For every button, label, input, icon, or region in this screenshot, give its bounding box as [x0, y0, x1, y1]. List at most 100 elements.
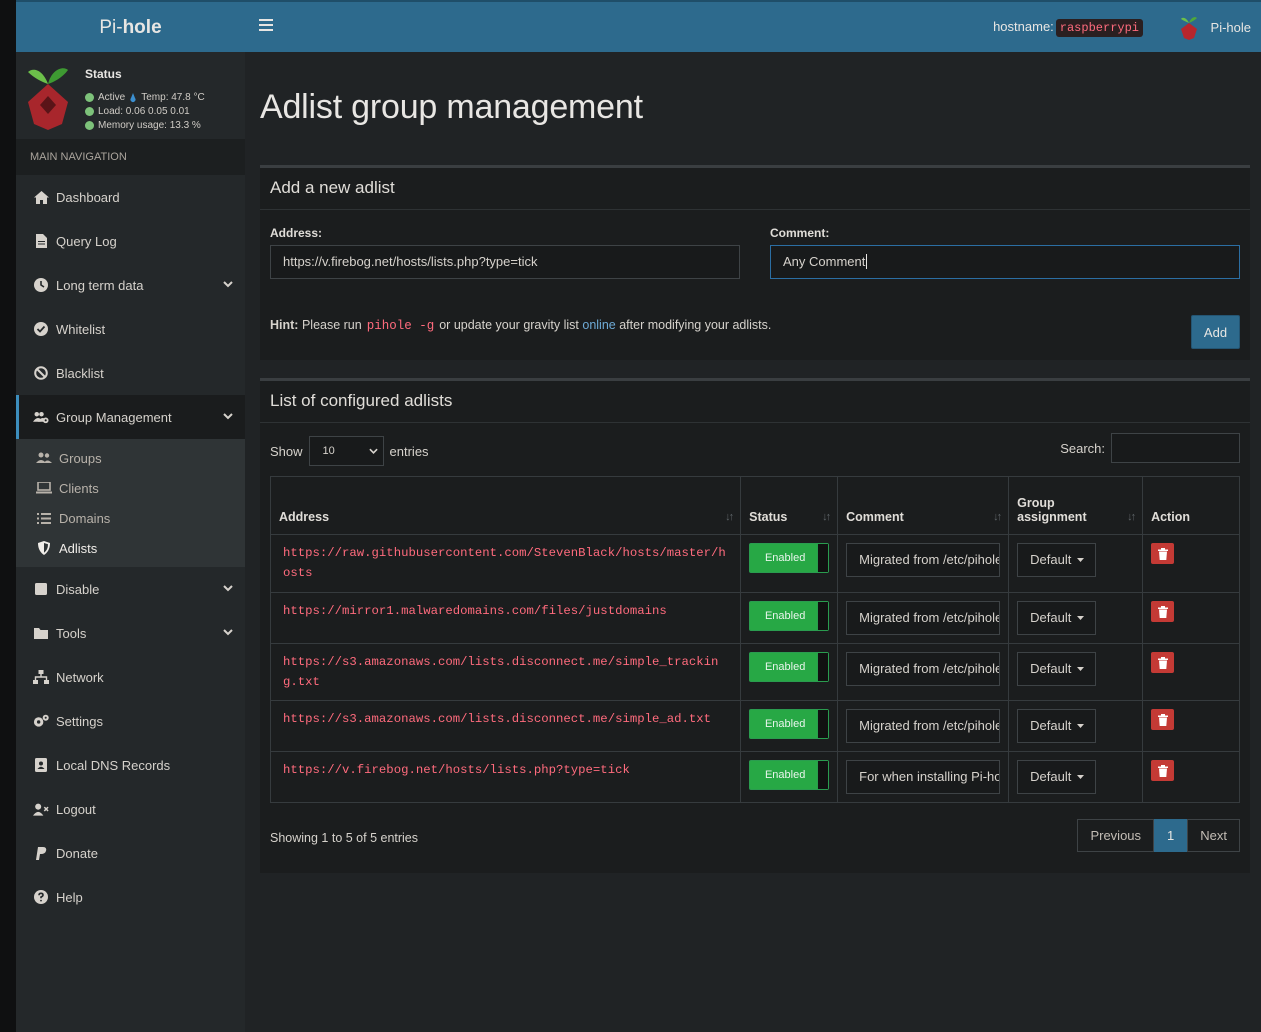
hostname-value: raspberrypi [1055, 19, 1143, 37]
address-input[interactable]: https://v.firebog.net/hosts/lists.php?ty… [270, 245, 740, 279]
nav-item-local-dns-records[interactable]: Local DNS Records [16, 743, 245, 787]
address-label: Address: [270, 226, 323, 240]
group-select[interactable]: Default [1017, 709, 1097, 743]
nav-item-whitelist[interactable]: Whitelist [16, 307, 245, 351]
app-logo[interactable]: Pi-hole [16, 2, 245, 54]
nav-item-settings[interactable]: Settings [16, 699, 245, 743]
delete-button[interactable] [1151, 601, 1175, 622]
row-group-cell: Default [1008, 534, 1144, 593]
window-edge [0, 0, 16, 1032]
search-input[interactable] [1111, 433, 1240, 463]
delete-button[interactable] [1151, 652, 1175, 673]
subnav-item-clients[interactable]: Clients [16, 473, 245, 503]
nav-item-group-management[interactable]: Group Management [16, 395, 245, 439]
hint-text: Hint: Please run pihole -g or update your … [270, 318, 772, 333]
paypal-icon [33, 846, 49, 860]
nav-item-help[interactable]: Help [16, 875, 245, 919]
menu-toggle-icon[interactable] [259, 19, 273, 33]
status-dot-icon [85, 107, 94, 116]
nav-header: MAIN NAVIGATION [16, 139, 245, 175]
comment-field[interactable]: For when installing Pi-hole [846, 760, 1001, 794]
row-comment-cell: Migrated from /etc/pihole/adlists.list [837, 534, 1010, 593]
delete-button[interactable] [1151, 760, 1175, 781]
row-group-cell: Default [1008, 751, 1144, 803]
subnav-item-groups[interactable]: Groups [16, 443, 245, 473]
delete-button[interactable] [1151, 709, 1175, 730]
column-header-status[interactable]: Status ↓↑ [740, 476, 839, 535]
next-page-button[interactable]: Next [1187, 819, 1240, 852]
address-book-icon [33, 758, 49, 772]
group-select[interactable]: Default [1017, 543, 1097, 577]
row-status-cell: Enabled [740, 700, 839, 752]
main-content: Adlist group management Add a new adlist… [245, 52, 1261, 1032]
nav-item-network[interactable]: Network [16, 655, 245, 699]
nav-item-disable[interactable]: Disable [16, 567, 245, 611]
comment-field[interactable]: Migrated from /etc/pihole/adlists.list [846, 543, 1001, 577]
hostname-display: hostname: raspberrypi [993, 19, 1143, 37]
network-icon [33, 670, 49, 684]
status-toggle[interactable]: Enabled [749, 601, 830, 631]
page-1-button[interactable]: 1 [1154, 819, 1188, 852]
comment-field[interactable]: Migrated from /etc/pihole/adlists.list [846, 652, 1001, 686]
entries-select[interactable]: 10 [308, 436, 384, 466]
status-memory-line: Memory usage: 13.3 % [85, 120, 201, 131]
hint-command: pihole -g [366, 319, 435, 333]
nav-item-query-log[interactable]: Query Log [16, 219, 245, 263]
entries-length-control: Show 10 entries [270, 436, 429, 466]
column-header-comment[interactable]: Comment ↓↑ [837, 476, 1010, 535]
group-select[interactable]: Default [1017, 760, 1097, 794]
clock-icon [33, 278, 49, 292]
nav-item-long-term-data[interactable]: Long term data [16, 263, 245, 307]
row-status-cell: Enabled [740, 643, 839, 701]
caret-down-icon [1077, 667, 1085, 671]
pihole-logo-icon [1180, 17, 1197, 40]
ban-icon [33, 366, 49, 380]
add-button[interactable]: Add [1191, 315, 1240, 349]
group-select[interactable]: Default [1017, 601, 1097, 635]
nav-item-blacklist[interactable]: Blacklist [16, 351, 245, 395]
status-toggle[interactable]: Enabled [749, 760, 830, 790]
pagination: Previous 1 Next [1077, 819, 1240, 852]
group-select[interactable]: Default [1017, 652, 1097, 686]
comment-input[interactable]: Any Comment [770, 245, 1240, 279]
row-comment-cell: Migrated from /etc/pihole/adlists.list [837, 643, 1010, 701]
pihole-logo-icon [28, 68, 68, 130]
previous-page-button[interactable]: Previous [1077, 819, 1155, 852]
comment-label: Comment: [770, 226, 830, 240]
adlist-table-title: List of configured adlists [260, 381, 1250, 423]
row-comment-cell: For when installing Pi-hole [837, 751, 1010, 803]
user-name: Pi-hole [1210, 19, 1251, 35]
online-link[interactable]: online [582, 318, 615, 332]
status-toggle[interactable]: Enabled [749, 652, 830, 682]
add-adlist-box: Add a new adlist Address: https://v.fire… [260, 165, 1250, 360]
sort-icon: ↓↑ [1127, 511, 1136, 523]
chevron-down-icon [223, 413, 233, 420]
column-header-group-assignment[interactable]: Group assignment ↓↑ [1008, 476, 1144, 535]
sort-icon: ↓↑ [993, 511, 1002, 523]
comment-field[interactable]: Migrated from /etc/pihole/adlists.list [846, 709, 1001, 743]
nav-item-dashboard[interactable]: Dashboard [16, 175, 245, 219]
row-group-cell: Default [1008, 643, 1144, 701]
comment-field[interactable]: Migrated from /etc/pihole/adlists.list [846, 601, 1001, 635]
nav-item-donate[interactable]: Donate [16, 831, 245, 875]
status-toggle[interactable]: Enabled [749, 543, 830, 573]
thermometer-icon [130, 92, 136, 102]
nav-item-tools[interactable]: Tools [16, 611, 245, 655]
delete-button[interactable] [1151, 543, 1175, 564]
sort-icon: ↓↑ [822, 511, 831, 523]
table-row: https://s3.amazonaws.com/lists.disconnec… [269, 643, 1240, 701]
status-toggle[interactable]: Enabled [749, 709, 830, 739]
subnav-item-adlists[interactable]: Adlists [16, 533, 245, 563]
user-menu[interactable]: Pi-hole [1179, 14, 1251, 40]
laptop-icon [36, 482, 52, 494]
subnav-item-domains[interactable]: Domains [16, 503, 245, 533]
nav-item-logout[interactable]: Logout [16, 787, 245, 831]
top-header: Pi-hole hostname: raspberrypi Pi-hole [16, 0, 1261, 54]
row-action-cell [1142, 700, 1240, 752]
user-times-icon [33, 803, 49, 816]
row-address: https://mirror1.malwaredomains.com/files… [269, 592, 742, 644]
table-search: Search: [1060, 433, 1240, 463]
check-circle-icon [33, 322, 49, 336]
row-group-cell: Default [1008, 592, 1144, 644]
column-header-address[interactable]: Address ↓↑ [269, 476, 742, 535]
